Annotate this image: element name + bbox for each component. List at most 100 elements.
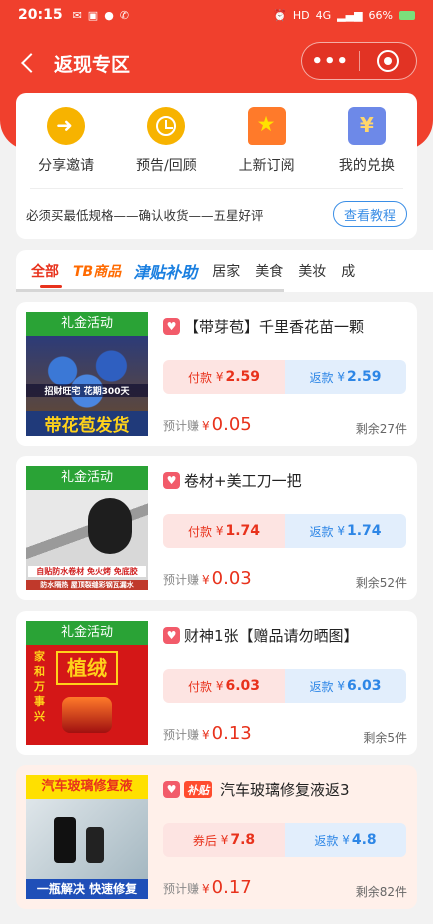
image-text: 招财旺宅 花期300天	[26, 384, 148, 397]
tab-more[interactable]: 成	[341, 261, 355, 281]
bottle-shape	[86, 827, 104, 863]
star-bookmark-icon	[247, 107, 286, 145]
quick-action-label: 分享邀请	[38, 158, 95, 174]
waterproof-roll-image: 自贴防水卷材 免火烤 免底胶 防水隔热 屋顶裂缝彩钢瓦漏水	[26, 490, 148, 590]
pay-amount: 2.59	[225, 369, 261, 385]
return-price: 返款 ¥6.03	[285, 669, 406, 703]
notification-icons: ✉ ▣ ● ✆	[73, 9, 129, 22]
active-tab-indicator	[40, 285, 62, 288]
currency-symbol: ¥	[202, 573, 210, 587]
stock-remaining: 剩余82件	[355, 885, 407, 899]
pay-label: 付款	[187, 524, 212, 539]
hd-badge: HD	[292, 8, 310, 22]
quick-action-label: 我的兑换	[338, 158, 395, 174]
quick-action-preview[interactable]: 预告/回顾	[116, 93, 216, 188]
product-title-text: 卷材+美工刀一把	[184, 472, 302, 490]
product-title: ♥ 补贴 汽车玻璃修复液返3	[163, 779, 407, 800]
product-banner: 汽车玻璃修复液	[26, 775, 148, 799]
product-card[interactable]: 礼金活动 自贴防水卷材 免火烤 免底胶 防水隔热 屋顶裂缝彩钢瓦漏水 ♥ 卷材+…	[16, 456, 417, 600]
product-title: ♥ 【带芽苞】千里香花苗一颗	[163, 316, 407, 337]
phone-icon: ✆	[119, 8, 130, 22]
estimated-earn: 预计赚 ¥0.17	[163, 877, 252, 898]
battery-icon	[399, 10, 415, 20]
pay-price: 付款 ¥6.03	[163, 669, 285, 703]
return-label: 返款	[309, 524, 334, 539]
tab-food[interactable]: 美食	[255, 261, 283, 281]
return-label: 返款	[314, 833, 339, 848]
currency-symbol: ¥	[202, 728, 210, 742]
heart-icon: ♥	[163, 318, 180, 335]
heart-icon: ♥	[163, 627, 180, 644]
category-tabs: 全部 TB商品 津贴补助 居家 美食 美妆 成	[16, 250, 433, 292]
quick-action-label: 上新订阅	[238, 158, 295, 174]
quick-action-share[interactable]: 分享邀请	[16, 93, 116, 188]
signal-text: 4G	[315, 8, 332, 22]
return-label: 返款	[309, 370, 334, 385]
pay-amount: 7.8	[230, 832, 256, 848]
currency-symbol: ¥	[337, 679, 345, 693]
close-miniprogram-button[interactable]	[359, 50, 416, 72]
product-title-text: 财神1张【赠品请勿晒图】	[184, 627, 359, 645]
back-arrow-icon[interactable]	[18, 53, 38, 73]
currency-symbol: ¥	[337, 524, 345, 538]
earn-amount: 0.05	[211, 414, 252, 435]
return-amount: 1.74	[346, 523, 382, 539]
target-icon	[376, 50, 399, 72]
signal-icon: ▂▄▆	[337, 8, 363, 22]
view-tutorial-button[interactable]: 查看教程	[332, 201, 407, 227]
tab-subsidy[interactable]: 津贴补助	[133, 259, 197, 283]
roll-shape	[88, 498, 132, 554]
fortune-poster-image: 家和万事兴 植绒	[26, 645, 148, 745]
price-row: 券后 ¥7.8 返款 ¥4.8	[163, 823, 406, 857]
bottle-shape	[54, 817, 76, 863]
pay-label: 付款	[187, 370, 212, 385]
quick-action-subscribe[interactable]: 上新订阅	[217, 93, 317, 188]
return-amount: 6.03	[346, 678, 382, 694]
notification-icon: ✉	[72, 8, 82, 22]
nav-bar: 返现专区 •••	[0, 38, 433, 88]
pay-label: 付款	[187, 679, 212, 694]
price-row: 付款 ¥1.74 返款 ¥1.74	[163, 514, 406, 548]
pay-price: 付款 ¥1.74	[163, 514, 285, 548]
quick-action-label: 预告/回顾	[136, 158, 197, 174]
heart-icon: ♥	[163, 781, 180, 798]
pay-price: 付款 ¥2.59	[163, 360, 285, 394]
product-title: ♥ 卷材+美工刀一把	[163, 470, 407, 491]
return-amount: 2.59	[346, 369, 382, 385]
product-title-text: 汽车玻璃修复液返3	[220, 781, 350, 799]
activity-banner: 礼金活动	[26, 312, 148, 336]
tab-all[interactable]: 全部	[31, 261, 59, 281]
tab-tb[interactable]: TB商品	[73, 261, 121, 281]
more-button[interactable]: •••	[302, 51, 359, 72]
quick-actions-panel: 分享邀请 预告/回顾 上新订阅 我的兑换 必须买最低规格——确认收货——五星好评…	[16, 93, 417, 239]
image-caption: 一瓶解决 快速修复	[26, 879, 148, 899]
return-price: 返款 ¥2.59	[285, 360, 406, 394]
currency-symbol: ¥	[202, 419, 210, 433]
product-card[interactable]: 礼金活动 招财旺宅 花期300天 带花苞发货 ♥ 【带芽苞】千里香花苗一颗 付款…	[16, 302, 417, 446]
image-caption: 带花苞发货	[26, 411, 148, 436]
alarm-icon: ⏰	[273, 8, 287, 22]
activity-banner: 礼金活动	[26, 466, 148, 490]
estimated-earn: 预计赚 ¥0.03	[163, 568, 252, 589]
gold-bag-shape	[62, 697, 112, 733]
earn-amount: 0.03	[211, 568, 252, 589]
estimated-earn: 预计赚 ¥0.13	[163, 723, 252, 744]
quick-action-exchange[interactable]: 我的兑换	[317, 93, 417, 188]
price-row: 付款 ¥6.03 返款 ¥6.03	[163, 669, 406, 703]
product-title-text: 【带芽苞】千里香花苗一颗	[184, 318, 365, 336]
page-title: 返现专区	[54, 53, 131, 76]
image-text: 家和万事兴	[34, 650, 45, 723]
wechat-icon: ●	[104, 8, 114, 22]
earn-label: 预计赚	[163, 419, 200, 433]
product-card[interactable]: 汽车玻璃修复液 一瓶解决 快速修复 ♥ 补贴 汽车玻璃修复液返3 券后 ¥7.8…	[16, 765, 417, 909]
currency-symbol: ¥	[215, 370, 224, 384]
product-card[interactable]: 礼金活动 家和万事兴 植绒 ♥ 财神1张【赠品请勿晒图】 付款 ¥6.03 返款…	[16, 611, 417, 755]
stock-remaining: 剩余5件	[363, 731, 407, 745]
tab-home[interactable]: 居家	[212, 261, 240, 281]
pay-price: 券后 ¥7.8	[163, 823, 285, 857]
tab-beauty[interactable]: 美妆	[298, 261, 326, 281]
heart-icon: ♥	[163, 472, 180, 489]
app-icon: ▣	[87, 8, 99, 22]
tabs-scrollbar	[16, 289, 284, 292]
image-text: 自贴防水卷材 免火烤 免底胶	[28, 566, 146, 577]
